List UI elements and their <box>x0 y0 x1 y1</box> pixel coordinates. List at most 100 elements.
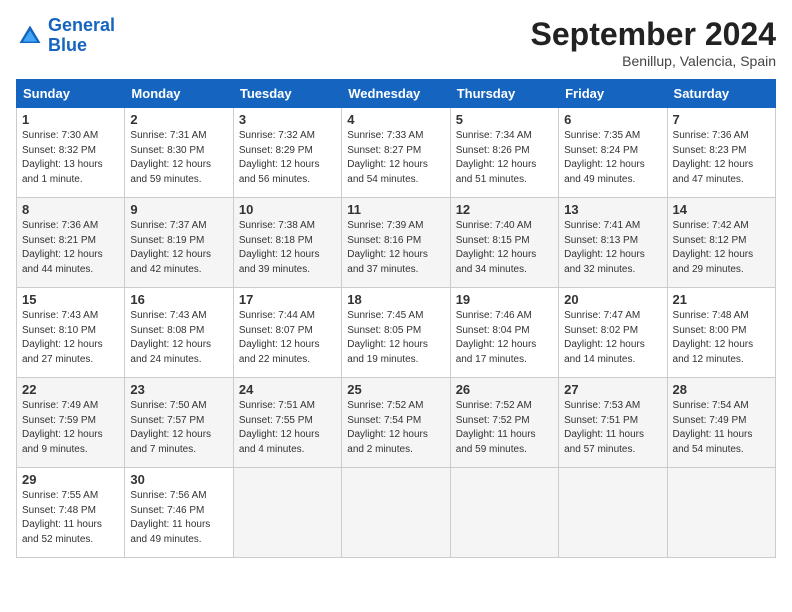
day-number: 10 <box>239 202 336 217</box>
calendar-cell: 12 Sunrise: 7:40 AM Sunset: 8:15 PM Dayl… <box>450 198 558 288</box>
day-info: Sunrise: 7:53 AM Sunset: 7:51 PM Dayligh… <box>564 399 661 457</box>
calendar-cell: 14 Sunrise: 7:42 AM Sunset: 8:12 PM Dayl… <box>667 198 775 288</box>
day-number: 24 <box>239 382 336 397</box>
col-header-saturday: Saturday <box>667 80 775 108</box>
day-number: 19 <box>456 292 553 307</box>
month-title: September 2024 <box>531 16 776 53</box>
day-info: Sunrise: 7:44 AM Sunset: 8:07 PM Dayligh… <box>239 309 336 367</box>
day-info: Sunrise: 7:43 AM Sunset: 8:10 PM Dayligh… <box>22 309 119 367</box>
day-number: 28 <box>673 382 770 397</box>
day-number: 30 <box>130 472 227 487</box>
day-number: 14 <box>673 202 770 217</box>
page-header: General Blue September 2024 Benillup, Va… <box>16 16 776 69</box>
calendar-cell <box>342 468 450 558</box>
calendar-cell: 9 Sunrise: 7:37 AM Sunset: 8:19 PM Dayli… <box>125 198 233 288</box>
day-number: 23 <box>130 382 227 397</box>
day-info: Sunrise: 7:52 AM Sunset: 7:54 PM Dayligh… <box>347 399 444 457</box>
calendar-cell: 21 Sunrise: 7:48 AM Sunset: 8:00 PM Dayl… <box>667 288 775 378</box>
col-header-thursday: Thursday <box>450 80 558 108</box>
day-number: 8 <box>22 202 119 217</box>
day-info: Sunrise: 7:35 AM Sunset: 8:24 PM Dayligh… <box>564 129 661 187</box>
calendar-cell: 18 Sunrise: 7:45 AM Sunset: 8:05 PM Dayl… <box>342 288 450 378</box>
calendar-cell <box>450 468 558 558</box>
calendar-cell: 2 Sunrise: 7:31 AM Sunset: 8:30 PM Dayli… <box>125 108 233 198</box>
day-info: Sunrise: 7:46 AM Sunset: 8:04 PM Dayligh… <box>456 309 553 367</box>
calendar-cell <box>559 468 667 558</box>
day-number: 5 <box>456 112 553 127</box>
calendar-cell: 6 Sunrise: 7:35 AM Sunset: 8:24 PM Dayli… <box>559 108 667 198</box>
day-info: Sunrise: 7:45 AM Sunset: 8:05 PM Dayligh… <box>347 309 444 367</box>
col-header-friday: Friday <box>559 80 667 108</box>
day-number: 3 <box>239 112 336 127</box>
day-info: Sunrise: 7:38 AM Sunset: 8:18 PM Dayligh… <box>239 219 336 277</box>
logo-icon <box>16 22 44 50</box>
calendar-cell: 8 Sunrise: 7:36 AM Sunset: 8:21 PM Dayli… <box>17 198 125 288</box>
calendar-cell: 10 Sunrise: 7:38 AM Sunset: 8:18 PM Dayl… <box>233 198 341 288</box>
day-number: 7 <box>673 112 770 127</box>
calendar-cell <box>233 468 341 558</box>
calendar-cell: 22 Sunrise: 7:49 AM Sunset: 7:59 PM Dayl… <box>17 378 125 468</box>
day-number: 9 <box>130 202 227 217</box>
calendar-cell: 28 Sunrise: 7:54 AM Sunset: 7:49 PM Dayl… <box>667 378 775 468</box>
calendar-cell: 27 Sunrise: 7:53 AM Sunset: 7:51 PM Dayl… <box>559 378 667 468</box>
day-info: Sunrise: 7:47 AM Sunset: 8:02 PM Dayligh… <box>564 309 661 367</box>
day-number: 22 <box>22 382 119 397</box>
calendar-cell: 25 Sunrise: 7:52 AM Sunset: 7:54 PM Dayl… <box>342 378 450 468</box>
location: Benillup, Valencia, Spain <box>531 53 776 69</box>
calendar: SundayMondayTuesdayWednesdayThursdayFrid… <box>16 79 776 558</box>
day-info: Sunrise: 7:56 AM Sunset: 7:46 PM Dayligh… <box>130 489 227 547</box>
day-info: Sunrise: 7:51 AM Sunset: 7:55 PM Dayligh… <box>239 399 336 457</box>
day-number: 15 <box>22 292 119 307</box>
day-number: 20 <box>564 292 661 307</box>
day-info: Sunrise: 7:33 AM Sunset: 8:27 PM Dayligh… <box>347 129 444 187</box>
calendar-cell: 30 Sunrise: 7:56 AM Sunset: 7:46 PM Dayl… <box>125 468 233 558</box>
calendar-cell: 13 Sunrise: 7:41 AM Sunset: 8:13 PM Dayl… <box>559 198 667 288</box>
day-info: Sunrise: 7:48 AM Sunset: 8:00 PM Dayligh… <box>673 309 770 367</box>
day-info: Sunrise: 7:50 AM Sunset: 7:57 PM Dayligh… <box>130 399 227 457</box>
day-number: 16 <box>130 292 227 307</box>
day-info: Sunrise: 7:31 AM Sunset: 8:30 PM Dayligh… <box>130 129 227 187</box>
day-info: Sunrise: 7:40 AM Sunset: 8:15 PM Dayligh… <box>456 219 553 277</box>
day-info: Sunrise: 7:30 AM Sunset: 8:32 PM Dayligh… <box>22 129 119 187</box>
calendar-cell: 29 Sunrise: 7:55 AM Sunset: 7:48 PM Dayl… <box>17 468 125 558</box>
calendar-cell: 23 Sunrise: 7:50 AM Sunset: 7:57 PM Dayl… <box>125 378 233 468</box>
day-info: Sunrise: 7:37 AM Sunset: 8:19 PM Dayligh… <box>130 219 227 277</box>
day-number: 2 <box>130 112 227 127</box>
logo: General Blue <box>16 16 115 56</box>
day-info: Sunrise: 7:49 AM Sunset: 7:59 PM Dayligh… <box>22 399 119 457</box>
col-header-tuesday: Tuesday <box>233 80 341 108</box>
calendar-cell: 3 Sunrise: 7:32 AM Sunset: 8:29 PM Dayli… <box>233 108 341 198</box>
col-header-monday: Monday <box>125 80 233 108</box>
day-number: 4 <box>347 112 444 127</box>
day-info: Sunrise: 7:39 AM Sunset: 8:16 PM Dayligh… <box>347 219 444 277</box>
calendar-cell: 16 Sunrise: 7:43 AM Sunset: 8:08 PM Dayl… <box>125 288 233 378</box>
day-info: Sunrise: 7:36 AM Sunset: 8:21 PM Dayligh… <box>22 219 119 277</box>
col-header-sunday: Sunday <box>17 80 125 108</box>
calendar-cell: 19 Sunrise: 7:46 AM Sunset: 8:04 PM Dayl… <box>450 288 558 378</box>
day-info: Sunrise: 7:36 AM Sunset: 8:23 PM Dayligh… <box>673 129 770 187</box>
day-number: 26 <box>456 382 553 397</box>
day-info: Sunrise: 7:43 AM Sunset: 8:08 PM Dayligh… <box>130 309 227 367</box>
calendar-cell: 15 Sunrise: 7:43 AM Sunset: 8:10 PM Dayl… <box>17 288 125 378</box>
day-info: Sunrise: 7:55 AM Sunset: 7:48 PM Dayligh… <box>22 489 119 547</box>
day-number: 12 <box>456 202 553 217</box>
day-number: 18 <box>347 292 444 307</box>
calendar-cell: 17 Sunrise: 7:44 AM Sunset: 8:07 PM Dayl… <box>233 288 341 378</box>
day-number: 11 <box>347 202 444 217</box>
logo-line1: General <box>48 15 115 35</box>
day-number: 17 <box>239 292 336 307</box>
day-number: 27 <box>564 382 661 397</box>
day-number: 6 <box>564 112 661 127</box>
calendar-cell: 26 Sunrise: 7:52 AM Sunset: 7:52 PM Dayl… <box>450 378 558 468</box>
day-number: 29 <box>22 472 119 487</box>
title-block: September 2024 Benillup, Valencia, Spain <box>531 16 776 69</box>
calendar-cell <box>667 468 775 558</box>
day-info: Sunrise: 7:32 AM Sunset: 8:29 PM Dayligh… <box>239 129 336 187</box>
day-number: 1 <box>22 112 119 127</box>
calendar-cell: 24 Sunrise: 7:51 AM Sunset: 7:55 PM Dayl… <box>233 378 341 468</box>
day-info: Sunrise: 7:52 AM Sunset: 7:52 PM Dayligh… <box>456 399 553 457</box>
day-number: 25 <box>347 382 444 397</box>
logo-text: General Blue <box>48 16 115 56</box>
calendar-cell: 11 Sunrise: 7:39 AM Sunset: 8:16 PM Dayl… <box>342 198 450 288</box>
day-info: Sunrise: 7:54 AM Sunset: 7:49 PM Dayligh… <box>673 399 770 457</box>
